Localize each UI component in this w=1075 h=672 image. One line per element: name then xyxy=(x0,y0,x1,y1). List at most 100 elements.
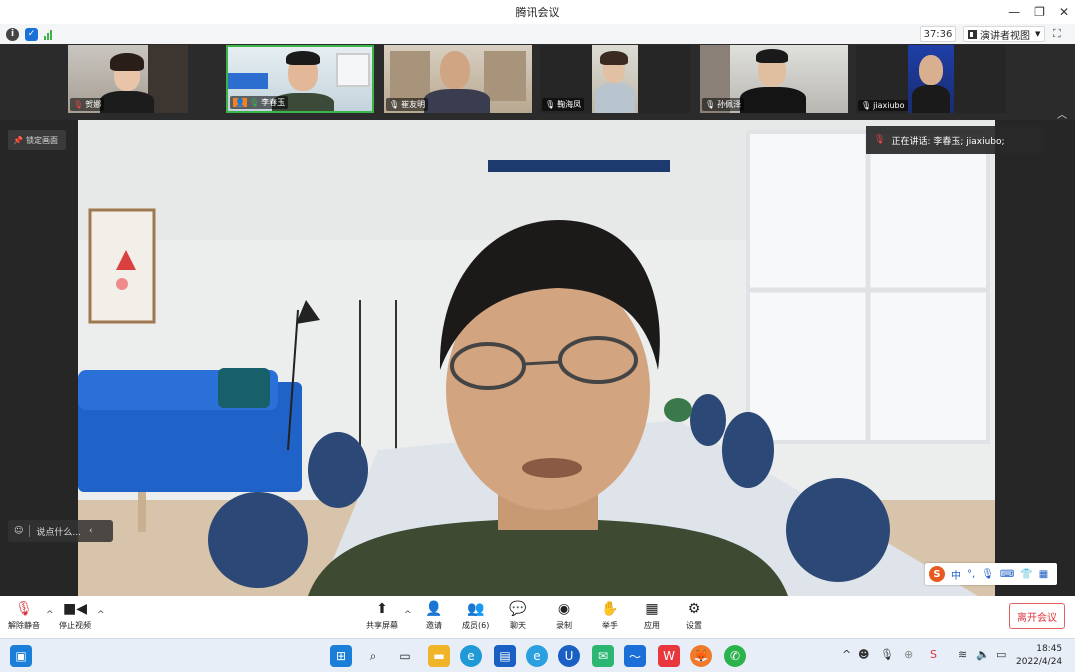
participant-tile[interactable]: 🎙 孙佩泽 xyxy=(700,45,848,113)
clock[interactable]: 18:45 2022/4/24 xyxy=(1016,643,1062,669)
chat-button[interactable]: 💬 聊天 xyxy=(508,600,528,631)
search-icon[interactable]: ⌕ xyxy=(362,645,384,667)
participant-label: 🎙 鞠海凤 xyxy=(542,98,585,111)
minimize-icon[interactable]: — xyxy=(1008,5,1020,19)
keyboard-icon[interactable]: ⌨ xyxy=(1000,569,1014,580)
record-button[interactable]: ◉ 录制 xyxy=(554,600,574,631)
share-screen-button[interactable]: ⬆ 共享屏幕 xyxy=(366,600,398,631)
chevron-up-icon[interactable]: ︿ xyxy=(1057,106,1067,121)
participant-tile[interactable]: 🎙 崔友明 xyxy=(384,45,532,113)
desktop-widget-icon[interactable]: ▣ xyxy=(10,645,32,667)
meeting-toolbar: 🎙 解除静音 ^ ■◀ 停止视频 ^ ⬆ 共享屏幕 ^ 👤 邀请 👥 成员(6)… xyxy=(0,596,1075,638)
file-explorer-icon[interactable]: ▬ xyxy=(428,645,450,667)
battery-icon[interactable]: ▭ xyxy=(996,648,1006,661)
participant-label: 🎙 jiaxiubo xyxy=(858,100,908,111)
mic-muted-icon: 🎙 xyxy=(73,100,84,109)
ime-language[interactable]: 中 xyxy=(951,567,961,582)
view-mode-select[interactable]: 演讲者视图 ▼ xyxy=(963,26,1045,42)
security-app-icon[interactable]: U xyxy=(558,645,580,667)
windows-start-icon[interactable]: ⊞ xyxy=(330,645,352,667)
mic-icon: 🎙 xyxy=(861,101,872,110)
pin-icon: 📌 xyxy=(13,135,23,145)
divider xyxy=(29,525,31,537)
hand-icon: ✋ xyxy=(601,601,619,617)
participant-tile-active[interactable]: 👤 🎙 李春玉 xyxy=(226,45,374,113)
close-icon[interactable]: ✕ xyxy=(1059,5,1069,19)
main-speaker-video xyxy=(78,120,995,596)
invite-button[interactable]: 👤 邀请 xyxy=(424,600,444,631)
camera-icon: ■◀ xyxy=(63,601,87,617)
mic-muted-icon: 🎙 xyxy=(15,601,33,617)
video-frame xyxy=(78,120,995,596)
volume-icon[interactable]: 🔈 xyxy=(976,648,990,661)
apps-button[interactable]: ▦ 应用 xyxy=(642,600,662,631)
wps-icon[interactable]: W xyxy=(658,645,680,667)
title-bar: 腾讯会议 — ❐ ✕ xyxy=(0,0,1075,24)
chevron-up-icon[interactable]: ^ xyxy=(46,610,54,620)
clock-time: 18:45 xyxy=(1036,644,1063,654)
wifi-icon[interactable]: ≋ xyxy=(958,648,967,661)
unmute-button[interactable]: 🎙 解除静音 xyxy=(8,600,40,631)
participant-tile[interactable]: 🎙 jiaxiubo xyxy=(856,45,1006,113)
members-button[interactable]: 👥 成员(6) xyxy=(462,600,489,631)
task-view-icon[interactable]: ▭ xyxy=(394,645,416,667)
chevron-up-icon[interactable]: ^ xyxy=(97,610,105,620)
users-icon: 👥 xyxy=(466,601,485,617)
participant-tile[interactable]: 🎙 鞠海凤 xyxy=(540,45,690,113)
participant-label: 👤 🎙 李春玉 xyxy=(230,96,289,109)
mic-active-icon: 🎙 xyxy=(248,98,260,107)
taskbar: ▣ ⊞ ⌕ ▭ ▬ e ▤ e U ✉ 〜 W 🦊 ✆ ^ ☻ 🎙 ⊕ S ≋ … xyxy=(0,638,1075,672)
firefox-icon[interactable]: 🦊 xyxy=(690,645,712,667)
participant-tile[interactable]: 🎙 贺娜 xyxy=(68,45,188,113)
lock-view-button[interactable]: 📌 锁定画面 xyxy=(8,130,66,150)
grid-icon[interactable]: ▦ xyxy=(1039,569,1048,580)
mic-icon[interactable]: 🎙 xyxy=(880,648,894,661)
wechat-icon[interactable]: ✆ xyxy=(724,645,746,667)
participant-label: 🎙 孙佩泽 xyxy=(702,98,745,111)
speaking-label: 正在讲话: 李春玉; jiaxiubo; xyxy=(891,136,1005,147)
restore-icon[interactable]: ❐ xyxy=(1034,5,1045,19)
chevron-left-icon[interactable]: ‹ xyxy=(89,526,93,536)
fullscreen-icon[interactable]: ⛶ xyxy=(1053,27,1061,41)
sogou-tray-icon[interactable]: S xyxy=(930,648,937,661)
participant-strip: 🎙 贺娜 👤 🎙 李春玉 🎙 崔友明 🎙 鞠海凤 🎙 孙佩泽 🎙 jiaxiub… xyxy=(0,44,1075,121)
mic-icon: 🎙 xyxy=(545,100,556,109)
status-bar: i ✓ xyxy=(0,24,1075,44)
share-screen-icon: ⬆ xyxy=(376,601,388,617)
emoji-icon[interactable]: ☺ xyxy=(14,526,23,536)
main-stage: 📌 锁定画面 🎙 正在讲话: 李春玉; jiaxiubo; ☺ 说点什么... … xyxy=(0,120,1075,596)
chat-icon: 💬 xyxy=(509,601,527,617)
skin-icon[interactable]: 👕 xyxy=(1020,569,1032,580)
ime-toolbar[interactable]: S 中 °, 🎙 ⌨ 👕 ▦ xyxy=(925,563,1057,585)
layout-icon xyxy=(968,29,977,39)
apps-icon: ▦ xyxy=(645,601,659,617)
stop-video-button[interactable]: ■◀ 停止视频 xyxy=(59,600,91,631)
tencent-meeting-icon[interactable]: 〜 xyxy=(624,645,646,667)
info-icon[interactable]: i xyxy=(6,27,19,41)
add-user-icon: 👤 xyxy=(425,601,443,617)
ie-icon[interactable]: e xyxy=(526,645,548,667)
store-icon[interactable]: ▤ xyxy=(494,645,516,667)
ime-punct[interactable]: °, xyxy=(967,569,975,580)
raise-hand-button[interactable]: ✋ 举手 xyxy=(600,600,620,631)
settings-button[interactable]: ⚙ 设置 xyxy=(684,600,704,631)
mic-icon: 🎙 xyxy=(705,100,716,109)
chat-input[interactable]: ☺ 说点什么... ‹ xyxy=(8,520,113,542)
participant-label: 🎙 崔友明 xyxy=(386,98,429,111)
clock-date: 2022/4/24 xyxy=(1016,657,1063,667)
signal-icon[interactable] xyxy=(44,28,52,40)
window-title: 腾讯会议 xyxy=(515,6,560,19)
chevron-up-icon[interactable]: ^ xyxy=(842,648,851,661)
tray-app-icon[interactable]: ⊕ xyxy=(904,648,913,661)
shield-icon[interactable]: ✓ xyxy=(25,27,38,41)
chevron-down-icon: ▼ xyxy=(1035,30,1041,38)
mail-icon[interactable]: ✉ xyxy=(592,645,614,667)
edge-icon[interactable]: e xyxy=(460,645,482,667)
sogou-logo-icon: S xyxy=(929,566,945,582)
mic-icon[interactable]: 🎙 xyxy=(981,569,994,580)
leave-meeting-button[interactable]: 离开会议 xyxy=(1009,603,1065,629)
mic-icon: 🎙 xyxy=(389,100,400,109)
tray-app-icon[interactable]: ☻ xyxy=(858,648,869,661)
chat-placeholder: 说点什么... xyxy=(36,527,81,538)
chevron-up-icon[interactable]: ^ xyxy=(404,610,412,620)
